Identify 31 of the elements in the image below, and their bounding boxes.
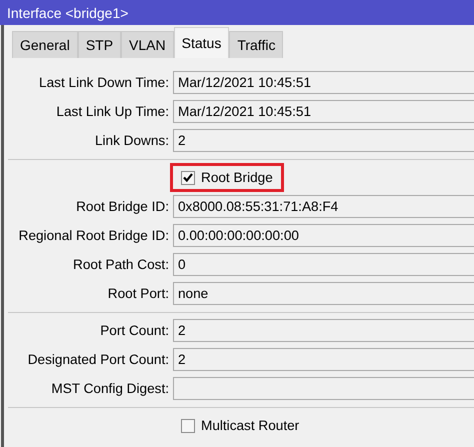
- tab[interactable]: Traffic: [229, 31, 284, 58]
- value-field[interactable]: Mar/12/2021 10:45:51: [173, 100, 474, 123]
- tab[interactable]: General: [12, 31, 78, 58]
- checkbox[interactable]: [181, 418, 195, 432]
- field-label: Designated Port Count:: [26, 352, 170, 367]
- field-label: Root Port:: [106, 286, 170, 301]
- checkmark-icon: [183, 173, 193, 182]
- field-label: Last Link Up Time:: [55, 104, 170, 119]
- tab[interactable]: VLAN: [121, 31, 174, 58]
- checkbox[interactable]: [181, 170, 195, 184]
- field-label: Port Count:: [99, 323, 170, 338]
- value-field[interactable]: 0: [173, 253, 474, 276]
- tab[interactable]: STP: [78, 31, 122, 58]
- value-field[interactable]: 0x8000.08:55:31:71:A8:F4: [173, 195, 474, 218]
- field-label: Root Bridge ID:: [75, 199, 170, 214]
- field-label: Regional Root Bridge ID:: [18, 228, 170, 243]
- checkbox-label: Root Bridge: [201, 170, 273, 185]
- tab[interactable]: Status: [174, 27, 230, 58]
- field-label: Link Downs:: [94, 133, 170, 148]
- field-label: Root Path Cost:: [72, 257, 170, 272]
- window-title: Interface <bridge1>: [0, 0, 474, 25]
- field-label: MST Config Digest:: [50, 381, 170, 396]
- field-label: Last Link Down Time:: [38, 75, 170, 90]
- value-field[interactable]: none: [173, 282, 474, 305]
- value-field[interactable]: 2: [173, 319, 474, 342]
- value-field[interactable]: 2: [173, 129, 474, 152]
- value-field[interactable]: [173, 377, 474, 400]
- value-field[interactable]: 0.00:00:00:00:00:00: [173, 224, 474, 247]
- value-field[interactable]: Mar/12/2021 10:45:51: [173, 71, 474, 94]
- checkbox-label: Multicast Router: [201, 418, 300, 433]
- value-field[interactable]: 2: [173, 348, 474, 371]
